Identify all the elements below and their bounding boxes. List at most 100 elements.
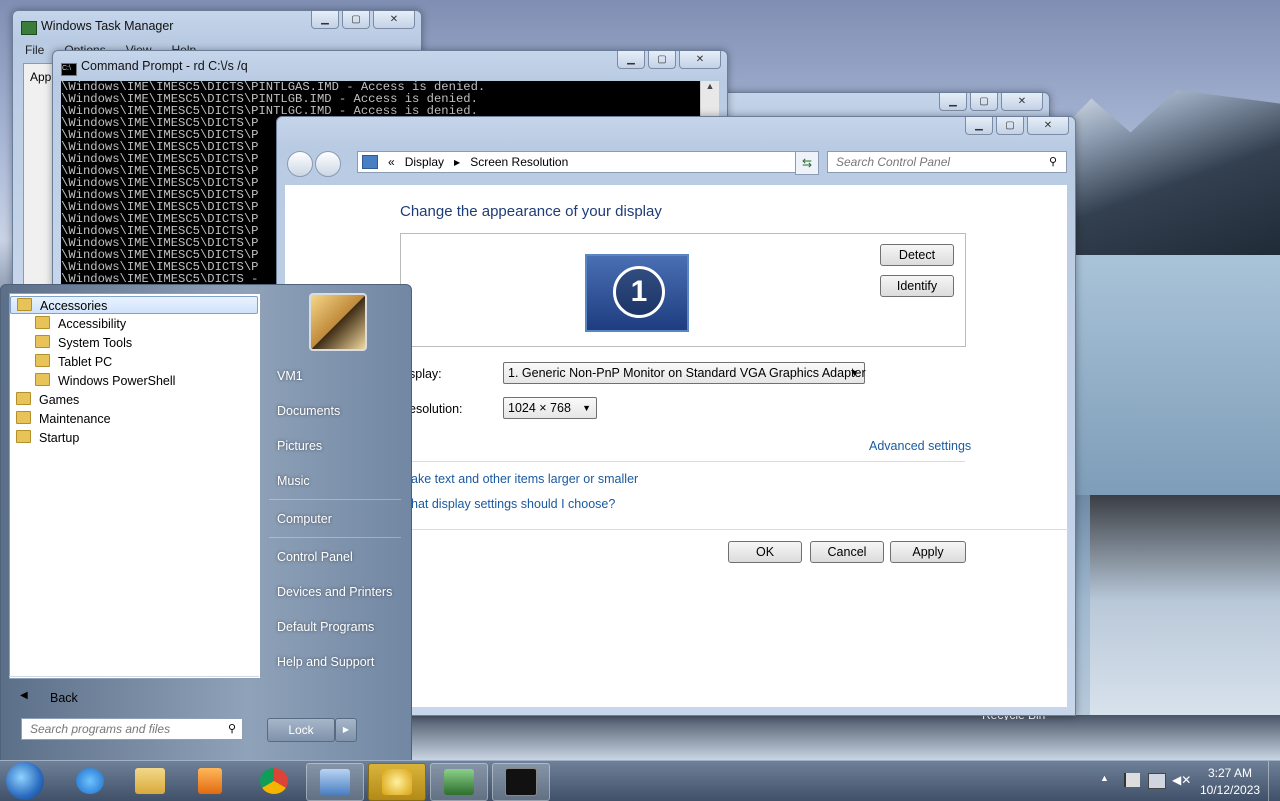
folder-icon [17,298,32,311]
maximize-button[interactable]: ▢ [996,117,1024,135]
tab-applications[interactable]: App [30,70,51,84]
windows-explorer-icon[interactable] [122,763,178,799]
cancel-button[interactable]: Cancel [810,541,884,563]
ok-button[interactable]: OK [728,541,802,563]
identify-button[interactable]: Identify [880,275,954,297]
minimize-button[interactable]: ▁ [965,117,993,135]
advanced-settings-link[interactable]: Advanced settings [869,439,971,453]
divider [269,499,401,500]
chevron-down-icon: ▼ [582,403,591,413]
program-folder-item[interactable]: Tablet PC [10,353,258,371]
user-picture[interactable] [309,293,367,351]
start-menu-link[interactable]: Default Programs [277,620,374,634]
program-folder-label: Accessories [40,299,108,313]
search-programs-input[interactable]: Search programs and files ⚲ [21,718,243,740]
menu-file[interactable]: File [25,43,44,57]
taskbar: ▲ ◀✕ 3:27 AM 10/12/2023 [0,760,1280,801]
breadcrumb-prefix[interactable]: « [388,155,395,169]
minimize-button[interactable]: ▁ [311,11,339,29]
start-menu-link[interactable]: Documents [277,404,340,418]
search-control-panel-input[interactable]: Search Control Panel [827,151,1067,173]
program-folder-item[interactable]: Windows PowerShell [10,372,258,390]
back-arrow-icon[interactable]: ◀ [20,690,28,701]
clock-time[interactable]: 3:27 AM [1208,766,1252,780]
program-folder-item[interactable]: Accessories [10,296,258,314]
program-folder-item[interactable]: System Tools [10,334,258,352]
display-select-value: 1. Generic Non-PnP Monitor on Standard V… [508,366,866,380]
bee-app-taskbar-icon[interactable] [368,763,426,801]
task-manager-taskbar-icon[interactable] [430,763,488,801]
display-select[interactable]: 1. Generic Non-PnP Monitor on Standard V… [503,362,866,384]
scroll-up-arrow-icon[interactable]: ▲ [701,81,719,91]
display-help-link[interactable]: hat display settings should I choose? [411,497,615,511]
cmd-title: Command Prompt - rd C:\/s /q [81,59,248,73]
monitor-preview-box: 1 Detect Identify [400,233,966,347]
breadcrumb-separator-icon: ▶ [454,157,461,167]
command-prompt-taskbar-icon[interactable] [492,763,550,801]
breadcrumb-screen-resolution[interactable]: Screen Resolution [470,155,568,169]
folder-icon [16,392,31,405]
start-menu-link[interactable]: Pictures [277,439,322,453]
lock-options-arrow-icon[interactable]: ▶ [335,718,357,742]
program-folder-item[interactable]: Maintenance [10,410,258,428]
chrome-icon[interactable] [246,763,302,799]
folder-icon [16,430,31,443]
search-icon[interactable]: ⚲ [1049,155,1057,168]
resolution-select[interactable]: 1024 × 768 ▼ [503,397,597,419]
start-menu[interactable]: Accessories Accessibility System Tools Tabl… [0,284,412,762]
program-folder-item[interactable]: Startup [10,429,258,447]
start-menu-link[interactable]: Help and Support [277,655,374,669]
folder-icon [35,316,50,329]
apply-button[interactable]: Apply [890,541,966,563]
program-folder-item[interactable]: Games [10,391,258,409]
program-folder-label: Accessibility [58,317,127,331]
program-folder-label: Windows PowerShell [58,374,176,388]
page-title: Change the appearance of your display [400,203,662,220]
cmd-controls: ▁ ▢ ✕ [617,51,721,69]
clock-date[interactable]: 10/12/2023 [1200,783,1260,797]
maximize-button[interactable]: ▢ [342,11,370,29]
maximize-button[interactable]: ▢ [648,51,676,69]
address-bar[interactable]: « Display ▶ Screen Resolution ▼ [357,151,817,173]
start-menu-link[interactable]: Control Panel [277,550,353,564]
program-folder-item[interactable]: Accessibility [10,315,258,333]
detect-button[interactable]: Detect [880,244,954,266]
close-button[interactable]: ✕ [679,51,721,69]
action-center-flag-icon[interactable] [1124,773,1140,787]
media-player-icon[interactable] [182,763,238,799]
start-menu-link[interactable]: Computer [277,512,332,526]
forward-button[interactable] [315,151,341,177]
close-button[interactable]: ✕ [373,11,415,29]
internet-explorer-icon[interactable] [62,763,118,799]
back-button[interactable] [287,151,313,177]
close-button[interactable]: ✕ [1027,117,1069,135]
minimize-button[interactable]: ▁ [617,51,645,69]
folder-icon [35,354,50,367]
show-hidden-icons-arrow-icon[interactable]: ▲ [1100,773,1109,783]
network-icon[interactable] [1148,773,1166,789]
program-folder-label: System Tools [58,336,133,350]
maximize-button[interactable]: ▢ [970,93,998,111]
resolution-label: esolution: [409,402,463,416]
close-button[interactable]: ✕ [1001,93,1043,111]
control-panel-taskbar-icon[interactable] [306,763,364,801]
text-size-link[interactable]: ake text and other items larger or small… [411,472,638,486]
divider [409,529,1069,530]
back-button[interactable]: Back [50,691,78,705]
task-manager-app-icon [21,21,37,35]
refresh-button[interactable]: ⇆ [795,151,819,175]
cmd-app-icon: C:\ [61,63,77,76]
lock-button[interactable]: Lock [267,718,335,742]
start-menu-link[interactable]: Music [277,474,310,488]
show-desktop-button[interactable] [1268,761,1280,801]
search-icon: ⚲ [227,723,236,735]
minimize-button[interactable]: ▁ [939,93,967,111]
start-button[interactable] [6,762,44,800]
folder-icon [16,411,31,424]
start-menu-link[interactable]: VM1 [277,369,303,383]
start-menu-link[interactable]: Devices and Printers [277,585,392,599]
volume-muted-icon[interactable]: ◀✕ [1172,773,1191,787]
breadcrumb-display[interactable]: Display [405,155,444,169]
monitor-icon[interactable]: 1 [585,254,689,332]
lock-label: Lock [288,723,314,737]
